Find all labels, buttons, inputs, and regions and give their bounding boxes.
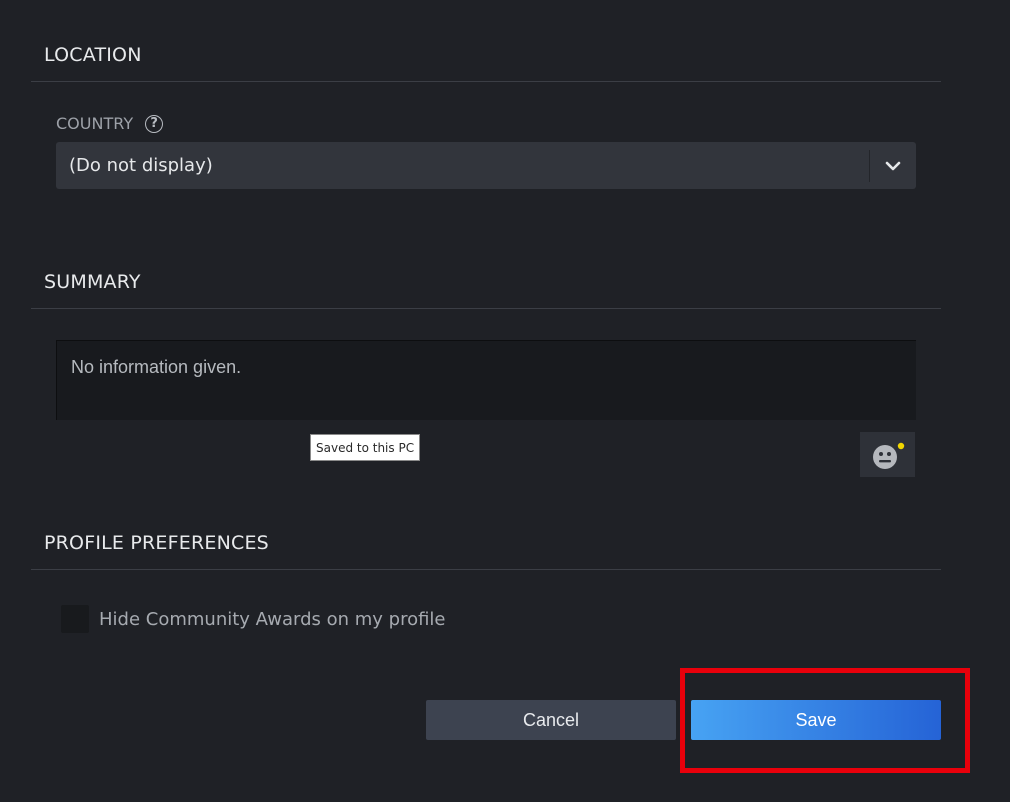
location-divider xyxy=(31,81,941,82)
country-label: COUNTRY xyxy=(56,114,134,133)
cancel-button[interactable]: Cancel xyxy=(426,700,676,740)
country-dropdown[interactable]: (Do not display) xyxy=(56,142,916,189)
summary-divider xyxy=(31,308,941,309)
saved-tooltip: Saved to this PC xyxy=(310,434,421,461)
notification-dot-icon xyxy=(897,442,904,449)
hide-awards-label[interactable]: Hide Community Awards on my profile xyxy=(99,609,446,630)
hide-awards-option[interactable]: Hide Community Awards on my profile xyxy=(61,605,446,633)
country-dropdown-value: (Do not display) xyxy=(69,155,213,176)
smiley-face-icon xyxy=(872,442,904,469)
summary-textarea[interactable]: No information given. xyxy=(56,340,916,420)
summary-section-title: SUMMARY xyxy=(44,271,141,293)
country-label-row: COUNTRY ? xyxy=(56,114,164,133)
help-icon[interactable]: ? xyxy=(145,114,164,133)
chevron-down-icon[interactable] xyxy=(870,142,916,189)
hide-awards-checkbox[interactable] xyxy=(61,605,89,633)
location-section-title: LOCATION xyxy=(44,44,142,66)
preferences-divider xyxy=(31,569,941,570)
emoji-picker-button[interactable] xyxy=(860,432,915,477)
preferences-section-title: PROFILE PREFERENCES xyxy=(44,532,269,554)
save-button[interactable]: Save xyxy=(691,700,941,740)
